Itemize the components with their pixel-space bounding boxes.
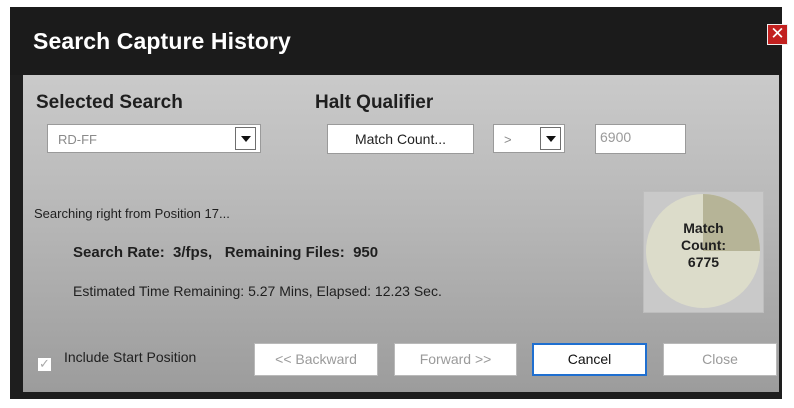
close-button[interactable]: Close [663,343,777,376]
search-rate-line: Search Rate: 3/fps, Remaining Files: 950 [73,244,379,261]
search-status-message: Searching right from Position 17... [34,206,230,221]
chevron-down-icon[interactable] [235,127,256,150]
halt-qualifier-heading: Halt Qualifier [315,92,434,113]
match-count-value: 6775 [687,254,720,270]
include-start-checkbox[interactable]: ✓ [37,357,52,372]
chevron-down-icon[interactable] [540,127,561,150]
close-icon[interactable]: ✕ [767,24,788,45]
halt-field-select[interactable]: Match Count... [327,124,474,154]
match-count-label: Match Count: 6775 [644,220,763,271]
backward-button[interactable]: << Backward [254,343,378,376]
estimated-time-line: Estimated Time Remaining: 5.27 Mins, Ela… [73,283,442,299]
match-count-label-line2: Count: [680,237,727,253]
halt-value-input[interactable]: 6900 [595,124,686,154]
cancel-button[interactable]: Cancel [532,343,647,376]
match-count-label-line1: Match [683,220,724,236]
selected-search-heading: Selected Search [36,92,183,113]
operator-value: > [504,132,512,147]
title-bar: Search Capture History [10,7,782,75]
selected-search-value: RD-FF [58,132,97,147]
dialog-title: Search Capture History [33,28,291,54]
selected-search-dropdown[interactable]: RD-FF [47,124,261,153]
match-count-progress: Match Count: 6775 [643,191,764,313]
operator-dropdown[interactable]: > [493,124,565,153]
include-start-label: Include Start Position [64,349,197,365]
forward-button[interactable]: Forward >> [394,343,517,376]
